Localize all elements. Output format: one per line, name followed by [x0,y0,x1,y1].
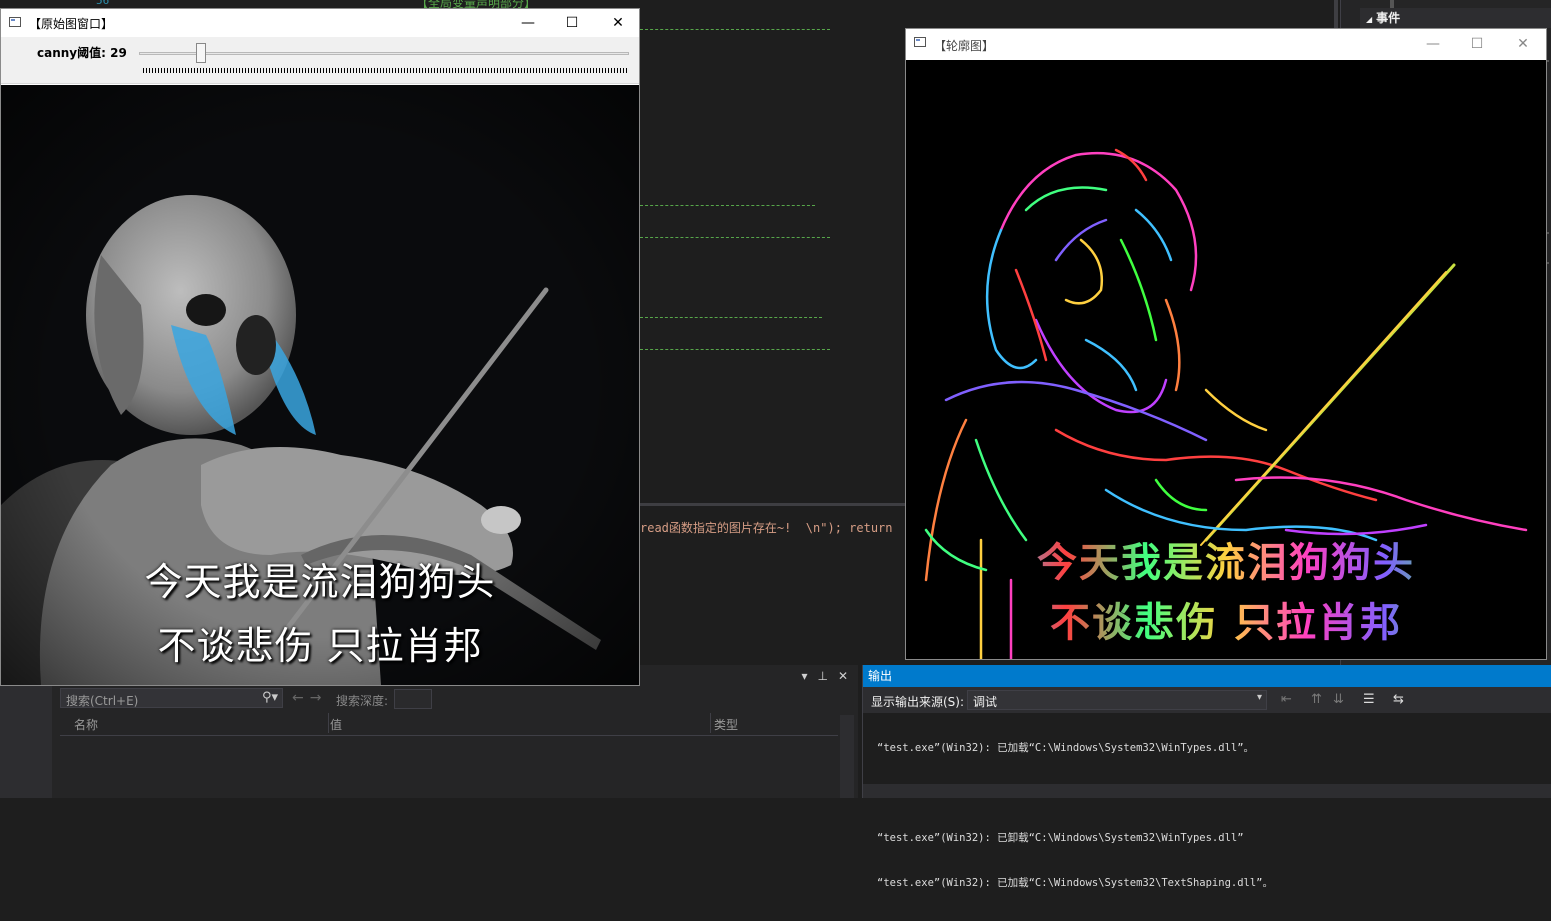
clear-all-icon[interactable]: ☰ [1363,692,1375,707]
original-image-window: 【原始图窗口】 — ☐ ✕ canny阈值: 29 今天我是流泪狗狗头 不谈悲伤… [0,8,640,686]
original-image: 今天我是流泪狗狗头 不谈悲伤 只拉肖邦 [1,85,639,685]
events-header[interactable]: ◢ 事件 [1360,8,1551,28]
search-placeholder: 搜索(Ctrl+E) [66,694,139,708]
comment-divider [640,349,830,350]
column-divider[interactable] [710,713,711,733]
word-wrap-icon[interactable]: ⇆ [1393,692,1404,707]
output-source-select[interactable]: 调试 ▾ [967,690,1267,710]
output-toolbar: 显示输出来源(S): 调试 ▾ ⇤ ⇈ ⇊ ☰ ⇆ [863,687,1551,713]
line-number: 56 [96,0,110,7]
trackbar-area: canny阈值: 29 [1,37,639,84]
watch-column-headers: 名称 值 类型 [60,713,838,736]
output-log: “test.exe”(Win32): 已加载“C:\Windows\System… [877,711,1273,921]
slider-thumb[interactable] [196,43,206,63]
events-title: 事件 [1376,11,1401,25]
caption-line-1: 今天我是流泪狗狗头 [144,560,496,604]
output-line: “test.exe”(Win32): 已卸载“C:\Windows\System… [877,832,1244,844]
contour-window: 【轮廓图】 — ☐ ✕ 今天我是流泪狗狗头 不谈悲伤 只拉肖邦 [905,28,1547,660]
search-icon[interactable]: ⚲▾ [262,690,278,705]
minimize-button[interactable]: — [1410,29,1456,57]
window-title: 【原始图窗口】 [29,17,114,31]
contour-caption-line-2: 不谈悲伤 只拉肖邦 [906,590,1546,648]
watch-scrollbar[interactable] [840,715,854,798]
forward-arrow-icon[interactable]: → [310,690,322,706]
caption-line-2: 不谈悲伤 只拉肖邦 [157,624,483,668]
dropdown-arrow-icon[interactable]: ▾ [801,669,807,683]
minimize-button[interactable]: — [505,9,551,37]
contour-image: 今天我是流泪狗狗头 不谈悲伤 只拉肖邦 [906,60,1546,659]
output-source-value: 调试 [973,695,998,709]
title-bar[interactable]: 【轮廓图】 — ☐ ✕ [906,29,1546,60]
comment-divider [640,237,830,238]
column-header-name[interactable]: 名称 [74,716,98,733]
app-window-icon [914,37,926,47]
title-bar[interactable]: 【原始图窗口】 — ☐ ✕ [1,9,639,37]
find-message-icon[interactable]: ⇤ [1281,692,1292,707]
column-header-value[interactable]: 值 [330,716,342,733]
code-line: read函数指定的图片存在~! \n"); return [640,521,893,535]
comment-divider [640,317,822,318]
output-title[interactable]: 输出 [863,665,1551,687]
output-source-label: 显示输出来源(S): [871,695,965,709]
pin-icon[interactable]: ⊥ [817,669,827,683]
back-arrow-icon[interactable]: ← [292,690,304,706]
column-header-type[interactable]: 类型 [714,716,738,733]
panel-controls: ▾ ⊥ ✕ [791,669,848,683]
canny-threshold-slider[interactable] [139,52,629,55]
comment-divider [640,29,830,30]
search-input[interactable]: 搜索(Ctrl+E) ⚲▾ [60,688,283,708]
column-divider[interactable] [328,713,329,733]
output-line: “test.exe”(Win32): 已加载“C:\Windows\System… [877,877,1274,889]
editor-scrollbar[interactable] [640,503,906,506]
app-window-icon [9,17,21,27]
contour-caption-line-1: 今天我是流泪狗狗头 [906,530,1546,588]
collapse-triangle-icon[interactable]: ◢ [1366,15,1372,24]
close-icon[interactable]: ✕ [838,669,848,683]
output-panel: 输出 显示输出来源(S): 调试 ▾ ⇤ ⇈ ⇊ ☰ ⇆ “test.exe”(… [862,665,1551,889]
nav-arrows: ← → [292,690,327,706]
trackbar-label: canny阈值: 29 [37,46,127,60]
splitter-mark [1390,0,1394,8]
maximize-button[interactable]: ☐ [549,9,595,37]
window-title: 【轮廓图】 [934,39,995,53]
prev-message-icon[interactable]: ⇈ [1311,692,1322,707]
search-depth-select[interactable] [394,689,432,709]
chevron-down-icon: ▾ [1256,692,1262,703]
close-button[interactable]: ✕ [595,9,639,37]
slider-ticks [143,68,627,73]
maximize-button[interactable]: ☐ [1454,29,1500,57]
search-depth-label: 搜索深度: [336,694,389,708]
output-scrollbar[interactable] [863,784,1551,798]
next-message-icon[interactable]: ⇊ [1333,692,1344,707]
output-line: “test.exe”(Win32): 已加载“C:\Windows\System… [877,742,1255,754]
comment-divider [640,205,815,206]
close-button[interactable]: ✕ [1500,29,1546,57]
